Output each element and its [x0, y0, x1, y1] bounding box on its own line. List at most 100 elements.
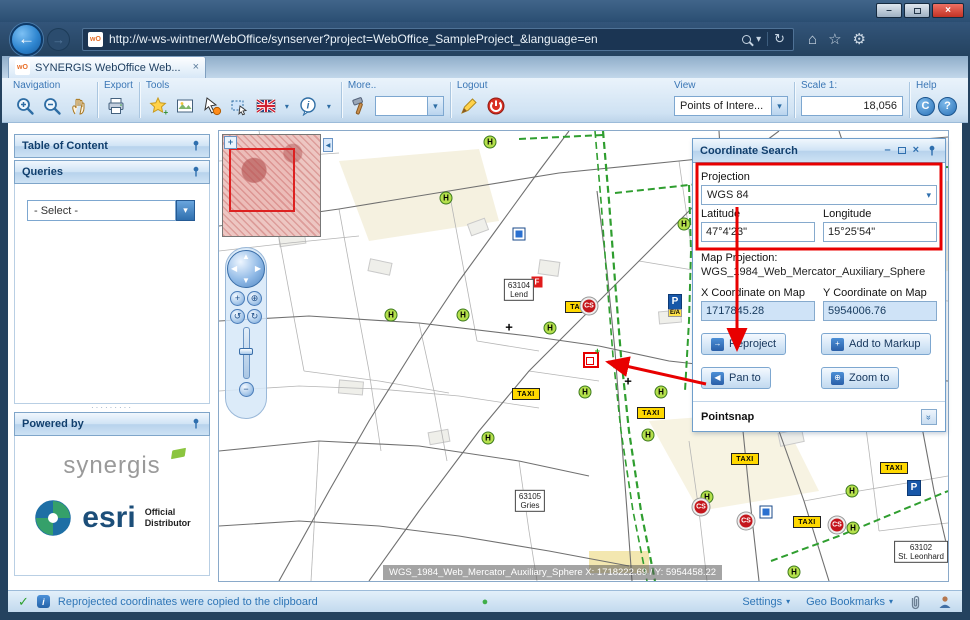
map-marker-cs[interactable]: CS: [581, 298, 598, 315]
panel-splitter[interactable]: ·········: [14, 404, 210, 412]
more-tools-combobox[interactable]: ▾: [375, 96, 444, 116]
map-marker-hospital[interactable]: H: [847, 522, 860, 535]
map-marker-cs[interactable]: CS: [829, 517, 846, 534]
address-bar[interactable]: wO ▾ ↻: [82, 28, 794, 51]
info-tool-button[interactable]: i: [296, 94, 320, 118]
window-close-button[interactable]: ×: [932, 3, 964, 18]
map-marker-hospital[interactable]: H: [788, 566, 801, 579]
search-icon[interactable]: [742, 35, 751, 44]
info-dropdown-icon[interactable]: ▾: [323, 95, 335, 117]
map-marker-selection[interactable]: [583, 352, 599, 368]
overview-move-icon[interactable]: +: [224, 136, 237, 149]
zoom-slider-handle[interactable]: [239, 348, 253, 355]
map-marker-hospital[interactable]: H: [655, 386, 668, 399]
zoom-out-map-button[interactable]: −: [239, 382, 254, 397]
map-marker-taxi[interactable]: TAXI: [637, 407, 665, 419]
help-button[interactable]: ?: [938, 97, 957, 116]
pan-dpad[interactable]: ▲ ▼ ◀ ▶: [227, 250, 265, 288]
map-marker-cs[interactable]: CS: [738, 513, 755, 530]
panel-close-icon[interactable]: ×: [913, 145, 919, 156]
map-marker-hospital[interactable]: H: [678, 218, 691, 231]
overview-collapse-button[interactable]: ◀: [323, 138, 333, 152]
geo-bookmarks-menu[interactable]: Geo Bookmarks ▾: [806, 596, 893, 608]
print-button[interactable]: [104, 94, 128, 118]
scale-input[interactable]: [801, 96, 903, 116]
map-marker-hospital[interactable]: H: [440, 192, 453, 205]
map-marker-taxi[interactable]: TAXI: [731, 453, 759, 465]
map-marker-cross[interactable]: +: [505, 321, 513, 334]
coordinate-search-header[interactable]: Coordinate Search – ×: [693, 139, 945, 163]
map-marker-parking[interactable]: P: [907, 480, 921, 496]
map-marker-taxi[interactable]: TAXI: [880, 462, 908, 474]
overview-extent-box[interactable]: [229, 148, 295, 212]
add-to-markup-button[interactable]: + Add to Markup: [821, 333, 931, 355]
zoom-slider[interactable]: [243, 327, 250, 379]
tab-close-icon[interactable]: ×: [193, 62, 199, 73]
language-tool-button[interactable]: [254, 94, 278, 118]
zoom-in-button[interactable]: [13, 94, 37, 118]
url-input[interactable]: [103, 32, 740, 46]
browser-tab[interactable]: wO SYNERGIS WebOffice Web... ×: [8, 56, 206, 78]
map-marker-cs[interactable]: CS: [693, 499, 710, 516]
zoom-out-button[interactable]: [40, 94, 64, 118]
map-marker-hospital[interactable]: H: [484, 136, 497, 149]
next-extent-button[interactable]: ↻: [247, 309, 262, 324]
settings-menu[interactable]: Settings ▾: [742, 596, 790, 608]
refresh-icon[interactable]: ↻: [774, 31, 785, 47]
map-marker-gate[interactable]: [513, 228, 526, 241]
user-profile-icon[interactable]: [938, 595, 952, 609]
home-icon[interactable]: ⌂: [808, 31, 817, 48]
overview-map[interactable]: +: [222, 134, 321, 237]
pin-icon[interactable]: [190, 418, 202, 430]
language-dropdown-icon[interactable]: ▾: [281, 95, 293, 117]
map-marker-hospital[interactable]: H: [846, 485, 859, 498]
zoom-to-button[interactable]: ⊕ Zoom to: [821, 367, 899, 389]
map-marker-gate[interactable]: [760, 506, 773, 519]
pointsnap-expand-button[interactable]: »: [921, 409, 937, 425]
view-combobox[interactable]: Points of Intere... ▾: [674, 96, 788, 116]
map-marker-cross[interactable]: +: [624, 375, 632, 388]
add-markup-tool-button[interactable]: +: [146, 94, 170, 118]
search-dropdown-icon[interactable]: ▾: [756, 34, 761, 45]
logout-button[interactable]: [484, 94, 508, 118]
panel-restore-icon[interactable]: [898, 147, 906, 154]
map-marker-hospital[interactable]: H: [642, 429, 655, 442]
latitude-field[interactable]: [701, 222, 815, 242]
pan-button[interactable]: [67, 94, 91, 118]
map-marker-hospital[interactable]: H: [385, 309, 398, 322]
zoom-in-map-button[interactable]: +: [230, 291, 245, 306]
reproject-button[interactable]: → Reproject: [701, 333, 786, 355]
identify-tool-button[interactable]: [173, 94, 197, 118]
toc-panel-header[interactable]: Table of Content: [14, 134, 210, 158]
query-select-combobox[interactable]: - Select - ▾: [27, 200, 195, 221]
map-marker-taxi[interactable]: TAXI: [512, 388, 540, 400]
window-minimize-button[interactable]: –: [876, 3, 902, 18]
pan-right-icon[interactable]: ▶: [255, 265, 261, 273]
full-extent-button[interactable]: ⊕: [247, 291, 262, 306]
view-dropdown-icon[interactable]: ▾: [771, 96, 788, 116]
coordinate-pick-tool-button[interactable]: [200, 94, 224, 118]
back-button[interactable]: ←: [10, 23, 43, 56]
pin-icon[interactable]: [190, 140, 202, 152]
pin-icon[interactable]: [190, 166, 202, 178]
pan-down-icon[interactable]: ▼: [242, 277, 250, 285]
pan-left-icon[interactable]: ◀: [231, 265, 237, 273]
map-marker-hospital[interactable]: H: [482, 432, 495, 445]
chevron-down-icon[interactable]: ▾: [926, 190, 931, 201]
map-marker-taxi[interactable]: TAXI: [793, 516, 821, 528]
tools-more-button[interactable]: [348, 94, 372, 118]
panel-minimize-icon[interactable]: –: [884, 145, 890, 156]
settings-gear-icon[interactable]: ⚙: [853, 30, 866, 48]
map-marker-parking[interactable]: PE/A: [668, 294, 682, 310]
window-maximize-button[interactable]: [904, 3, 930, 18]
powered-by-panel-header[interactable]: Powered by: [14, 412, 210, 436]
edit-session-button[interactable]: [457, 94, 481, 118]
attachment-paperclip-icon[interactable]: [909, 594, 922, 610]
projection-select[interactable]: WGS 84 ▾: [701, 185, 937, 205]
pan-up-icon[interactable]: ▲: [242, 253, 250, 261]
longitude-field[interactable]: [823, 222, 937, 242]
forward-button[interactable]: →: [47, 28, 70, 51]
favorites-icon[interactable]: ☆: [828, 30, 841, 48]
queries-panel-header[interactable]: Queries: [14, 160, 210, 184]
select-tool-button[interactable]: [227, 94, 251, 118]
